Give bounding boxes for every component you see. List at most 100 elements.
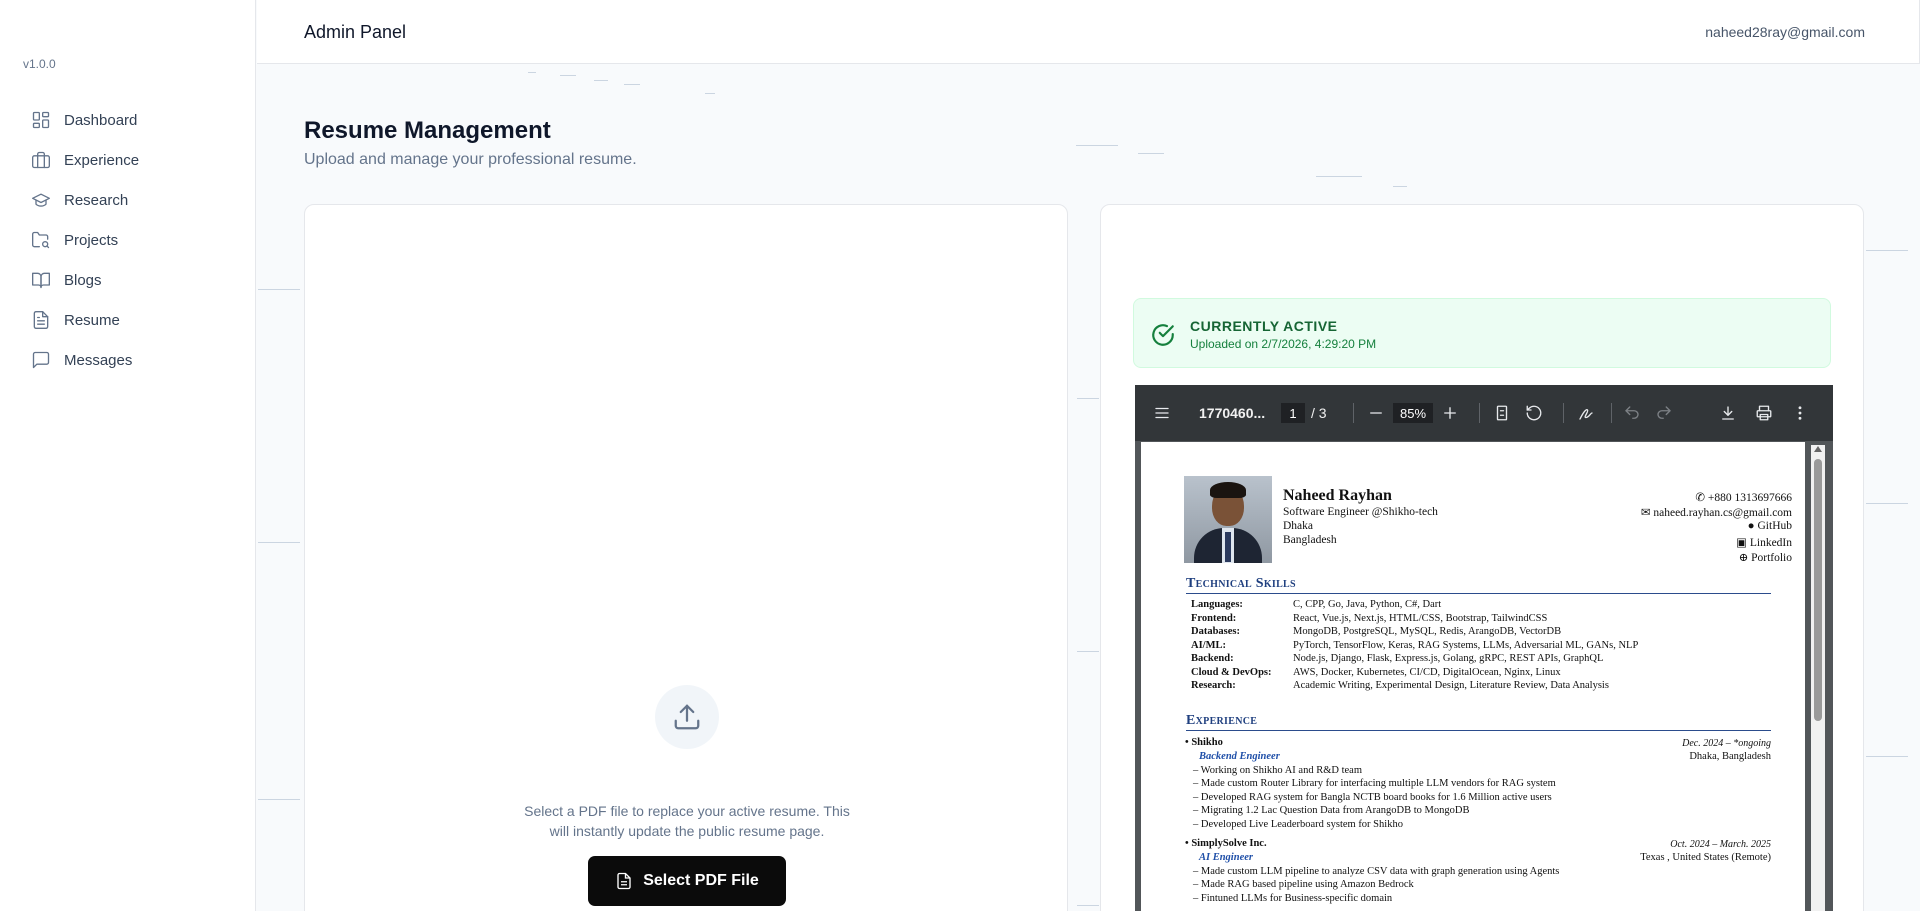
job-bullet: – Made custom Router Library for interfa…: [1193, 778, 1556, 789]
message-square-icon: [32, 351, 50, 369]
menu-icon: [1155, 407, 1169, 419]
pdf-page: Naheed Rayhan Software Engineer @Shikho-…: [1141, 442, 1805, 911]
background-dash: [560, 75, 576, 76]
resume-github[interactable]: ● GitHub: [1748, 520, 1792, 532]
skill-row: Backend: Node.js, Django, Flask, Express.…: [1191, 653, 1604, 664]
background-dash: [594, 80, 608, 81]
user-email[interactable]: naheed28ray@gmail.com: [1705, 24, 1865, 40]
job-bullet: – Made custom LLM pipeline to analyze CS…: [1193, 866, 1560, 877]
sidebar-item-resume[interactable]: Resume: [24, 300, 244, 340]
skill-row: Languages: C, CPP, Go, Java, Python, C#, …: [1191, 599, 1442, 610]
zoom-value[interactable]: 85%: [1393, 403, 1433, 423]
sidebar-item-experience[interactable]: Experience: [24, 140, 244, 180]
skill-row: AI/ML: PyTorch, TensorFlow, Keras, RAG Sy…: [1191, 640, 1639, 651]
job-location: Texas , United States (Remote): [1640, 852, 1771, 863]
minus-icon: [1370, 412, 1382, 414]
file-icon: [617, 872, 631, 890]
fit-page-button[interactable]: [1493, 385, 1511, 441]
toolbar-separator: [1611, 403, 1612, 423]
pdf-viewer: 1770460... 1 / 3 85% Naheed Rayhan Softw…: [1135, 385, 1833, 911]
pdf-scrollbar[interactable]: [1811, 445, 1825, 911]
annotate-button[interactable]: [1577, 385, 1595, 441]
more-vertical-icon: [1798, 406, 1802, 420]
sidebar-item-label: Messages: [64, 351, 133, 369]
scroll-up-arrow[interactable]: [1814, 446, 1822, 452]
toolbar-separator: [1479, 403, 1480, 423]
job-bullet: – Working on Shikho AI and R&D team: [1193, 765, 1362, 776]
resume-country: Bangladesh: [1283, 534, 1337, 546]
background-dash: [258, 289, 300, 290]
resume-portfolio[interactable]: ⊕ Portfolio: [1739, 550, 1792, 564]
background-dash: [1866, 250, 1908, 251]
job-role: AI Engineer: [1199, 852, 1253, 863]
active-resume-card: CURRENTLY ACTIVE Uploaded on 2/7/2026, 4…: [1100, 204, 1864, 911]
upload-card: Select a PDF file to replace your active…: [304, 204, 1068, 911]
book-open-icon: [31, 272, 50, 289]
job-role: Backend Engineer: [1199, 751, 1280, 762]
page-number-value[interactable]: 1: [1281, 403, 1305, 423]
fit-page-icon: [1496, 405, 1508, 421]
sidebar-item-messages[interactable]: Messages: [24, 340, 244, 380]
sidebar-item-projects[interactable]: Projects: [24, 220, 244, 260]
resume-phone: ✆ +880 1313697666: [1695, 492, 1792, 504]
job-date: Dec. 2024 – *ongoing: [1682, 738, 1771, 749]
job-location: Dhaka, Bangladesh: [1689, 751, 1771, 762]
skills-heading: Technical Skills: [1186, 576, 1771, 594]
background-dash: [1316, 176, 1362, 177]
sidebar-item-dashboard[interactable]: Dashboard: [24, 100, 244, 140]
globe-icon: ⊕: [1738, 552, 1752, 564]
page-number-input[interactable]: 1: [1281, 385, 1305, 441]
zoom-out-button[interactable]: [1367, 385, 1385, 441]
resume-linkedin[interactable]: ▣ LinkedIn: [1736, 535, 1792, 549]
download-icon: [1722, 406, 1734, 420]
page-total: / 3: [1311, 405, 1327, 421]
job-company: • Shikho: [1185, 737, 1223, 748]
pdf-filename: 1770460...: [1199, 405, 1266, 421]
skill-row: Databases: MongoDB, PostgreSQL, MySQL, Re…: [1191, 626, 1562, 637]
background-dash: [1138, 153, 1164, 154]
sidebar-item-blogs[interactable]: Blogs: [24, 260, 244, 300]
sidebar-item-label: Dashboard: [64, 111, 138, 129]
zoom-level[interactable]: 85%: [1393, 385, 1433, 441]
redo-button[interactable]: [1655, 385, 1673, 441]
page-title: Resume Management: [304, 117, 551, 144]
graduation-cap-icon: [31, 193, 50, 207]
upload-icon: [674, 704, 700, 730]
zoom-in-button[interactable]: [1441, 385, 1459, 441]
scrollbar-thumb[interactable]: [1814, 459, 1822, 721]
undo-button[interactable]: [1623, 385, 1641, 441]
experience-heading: Experience: [1186, 713, 1771, 731]
job-bullet: – Developed RAG system for Bangla NCTB b…: [1193, 792, 1552, 803]
background-dash: [1866, 503, 1908, 504]
toolbar-separator: [1563, 403, 1564, 423]
sidebar-item-label: Research: [64, 191, 129, 209]
background-dash: [1077, 398, 1099, 399]
phone-icon: ✆: [1695, 492, 1708, 504]
resume-tagline: Software Engineer @Shikho-tech: [1283, 506, 1438, 518]
upload-timestamp: Uploaded on 2/7/2026, 4:29:20 PM: [1190, 337, 1377, 351]
linkedin-icon: ▣: [1736, 537, 1750, 549]
sidebar-item-label: Blogs: [64, 271, 102, 289]
sidebar-item-research[interactable]: Research: [24, 180, 244, 220]
more-options-button[interactable]: [1791, 385, 1809, 441]
skill-row: Cloud & DevOps: AWS, Docker, Kubernetes, …: [1191, 667, 1561, 678]
rotate-button[interactable]: [1525, 385, 1543, 441]
plus-icon: [1444, 407, 1456, 419]
file-text-icon: [33, 311, 49, 329]
upload-dropzone[interactable]: [655, 685, 719, 749]
undo-icon: [1625, 406, 1639, 419]
profile-photo: [1184, 476, 1272, 563]
background-dash: [258, 799, 300, 800]
download-button[interactable]: [1719, 385, 1737, 441]
select-pdf-button[interactable]: Select PDF File: [588, 856, 786, 906]
pdf-toolbar: 1770460... 1 / 3 85%: [1135, 385, 1833, 441]
version-label: v1.0.0: [23, 57, 56, 71]
skill-row: Frontend: React, Vue.js, Next.js, HTML/CS…: [1191, 613, 1548, 624]
resume-email[interactable]: ✉ naheed.rayhan.cs@gmail.com: [1641, 505, 1792, 519]
job-bullet: – Developed Live Leaderboard system for …: [1193, 819, 1403, 830]
print-button[interactable]: [1755, 385, 1773, 441]
sidebar-item-label: Experience: [64, 151, 140, 169]
select-pdf-label: Select PDF File: [643, 872, 759, 889]
redo-icon: [1657, 406, 1671, 419]
pdf-menu-button[interactable]: [1153, 385, 1171, 441]
